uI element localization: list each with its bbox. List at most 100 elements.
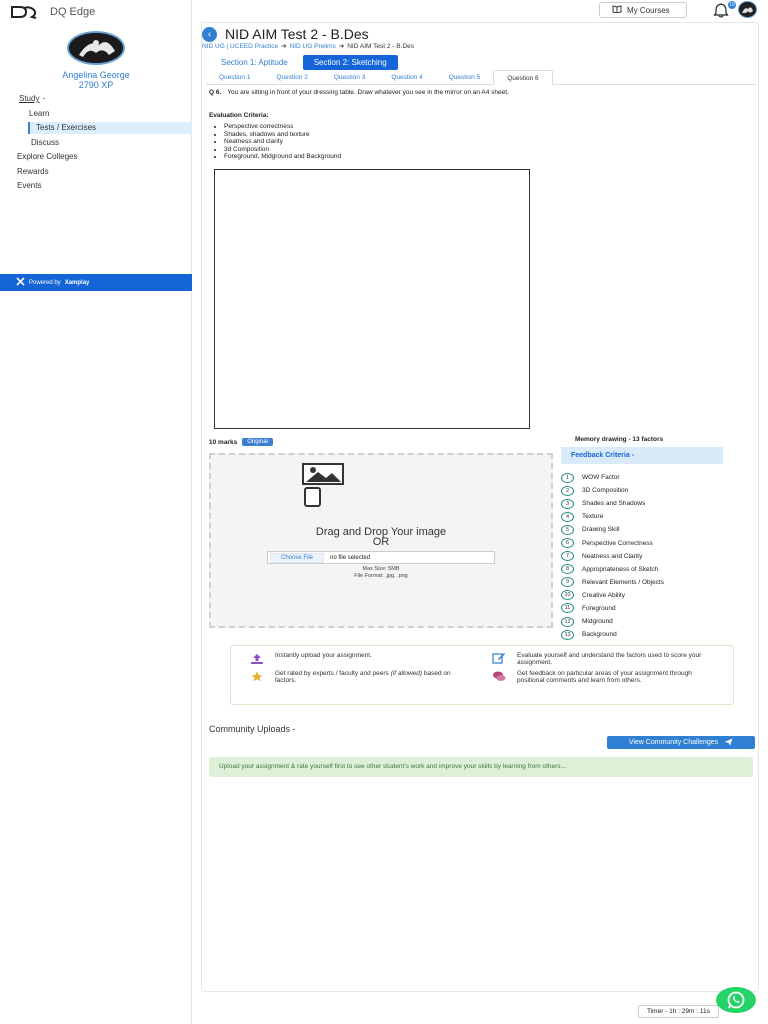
sidebar-item-explore-colleges[interactable]: Explore Colleges — [0, 151, 192, 163]
factor-label: Relevant Elements / Objects — [582, 578, 665, 586]
factor-item: 6 Perspective Correctness — [561, 536, 664, 549]
info-rated-main: Get rated by experts / faculty and peers — [275, 670, 389, 677]
main-panel: ‹ NID AIM Test 2 - B.Des NID UG | UCEED … — [201, 22, 759, 992]
info-rated-note: (if allowed) — [390, 670, 423, 677]
factor-item: 12 Midground — [561, 615, 664, 628]
evaluation-title: Evaluation Criteria: — [209, 112, 269, 119]
avatar[interactable] — [67, 31, 125, 65]
dropzone-or: OR — [372, 536, 390, 548]
title-row: ‹ NID AIM Test 2 - B.Des — [202, 25, 369, 43]
tab-question-4[interactable]: Question 4 — [378, 70, 435, 85]
marks-row: 10 marks Original — [209, 438, 273, 446]
factor-number: 3 — [561, 498, 574, 509]
factor-item: 7 Neatness and Clarity — [561, 550, 664, 563]
question-tabs: Question 1 Question 2 Question 3 Questio… — [206, 70, 756, 85]
factor-item: 5 Drawing Skill — [561, 523, 664, 536]
tab-question-1[interactable]: Question 1 — [206, 70, 263, 85]
user-name[interactable]: Angelina George — [0, 70, 192, 80]
info-rated-text: Get rated by experts / faculty and peers… — [275, 670, 469, 684]
question-image-frame — [214, 169, 530, 429]
breadcrumb-link[interactable]: NID UG | UCEED Practice — [202, 43, 278, 50]
sidebar-item-discuss[interactable]: Discuss — [0, 137, 192, 149]
star-icon — [249, 670, 265, 682]
powered-by-banner[interactable]: Powered by Xamplay — [0, 274, 192, 291]
criteria-item: Perspective correctness — [224, 123, 341, 131]
feedback-factor-list: 1 WOW Factor 2 3D Composition 3 Shades and … — [561, 471, 664, 641]
factor-item: 4 Texture — [561, 510, 664, 523]
tab-section-sketching[interactable]: Section 2: Sketching — [302, 55, 398, 70]
criteria-item: Foreground, Midground and Background — [224, 153, 341, 161]
file-format-note: File Format: .jpg, .png — [354, 573, 408, 579]
breadcrumb-current: NID AIM Test 2 - B.Des — [347, 42, 414, 50]
community-uploads-title: Community Uploads - — [209, 724, 296, 734]
question-body: You are sitting in front of your dressin… — [227, 89, 509, 96]
choose-file-button[interactable]: Choose File — [270, 552, 325, 563]
factor-item: 8 Appropriateness of Sketch — [561, 563, 664, 576]
powered-by-label: Powered by — [29, 279, 61, 286]
breadcrumb-separator-icon: ➔ — [281, 43, 287, 50]
factor-label: Neatness and Clarity — [582, 552, 643, 560]
factor-label: Shades and Shadows — [582, 500, 646, 508]
factor-number: 4 — [561, 511, 574, 522]
whatsapp-icon[interactable] — [716, 987, 756, 1013]
upload-dropzone[interactable]: Drag and Drop Your image OR Choose File … — [209, 453, 553, 628]
question-text: Q 6. You are sitting in front of your dre… — [209, 89, 509, 96]
factor-item: 3 Shades and Shadows — [561, 497, 664, 510]
info-rated: Get rated by experts / faculty and peers… — [249, 670, 469, 684]
sidebar-item-study[interactable]: Study - — [0, 93, 192, 105]
criteria-item: Shades, shadows and texture — [224, 131, 341, 139]
question-number: Q 6. — [209, 89, 222, 96]
factor-number: 10 — [561, 590, 574, 601]
notification-badge: 19 — [728, 1, 736, 9]
page-title: NID AIM Test 2 - B.Des — [225, 26, 369, 42]
chat-icon — [491, 670, 507, 682]
app-name: DQ Edge — [50, 6, 96, 18]
profile-avatar[interactable] — [738, 1, 757, 18]
brand[interactable]: DQ Edge — [10, 4, 95, 20]
courses-icon — [612, 5, 622, 15]
factor-label: Texture — [582, 513, 604, 521]
evaluation-criteria-list: Perspective correctness Shades, shadows … — [224, 123, 341, 161]
factor-item: 13 Background — [561, 628, 664, 641]
user-xp: 2790 XP — [78, 80, 114, 90]
image-icon — [302, 463, 344, 485]
send-icon — [724, 738, 733, 748]
marks-label: 10 marks — [209, 438, 238, 446]
bell-icon[interactable] — [713, 2, 729, 18]
factor-item: 11 Foreground — [561, 602, 664, 615]
tab-question-6[interactable]: Question 6 — [493, 70, 553, 85]
powered-by-brand: Xamplay — [64, 279, 90, 286]
file-input[interactable]: Choose File no file selected — [267, 551, 495, 564]
sidebar-item-tests[interactable]: Tests / Exercises — [28, 122, 192, 134]
factor-label: Drawing Skill — [582, 526, 620, 534]
sidebar-item-caret: - — [42, 94, 46, 103]
timer: Timer - 1h : 29m : 11s — [638, 1005, 719, 1018]
factor-number: 12 — [561, 616, 574, 627]
factor-label: Midground — [582, 618, 613, 626]
feedback-criteria-header[interactable]: Feedback Criteria - — [561, 447, 723, 464]
info-box: Instantly upload your assignment. Get ra… — [230, 645, 734, 705]
sidebar-item-rewards[interactable]: Rewards — [0, 166, 192, 178]
factor-item: 2 3D Composition — [561, 484, 664, 497]
tab-question-2[interactable]: Question 2 — [263, 70, 320, 85]
my-courses-button[interactable]: My Courses — [599, 2, 687, 18]
tab-question-5[interactable]: Question 5 — [436, 70, 493, 85]
sidebar-item-learn[interactable]: Learn — [0, 108, 192, 120]
factor-number: 9 — [561, 577, 574, 588]
upload-icon — [249, 652, 265, 664]
sidebar-item-events[interactable]: Events — [0, 180, 192, 192]
tab-section-aptitude[interactable]: Section 1: Aptitude — [210, 55, 299, 70]
tab-question-3[interactable]: Question 3 — [321, 70, 378, 85]
factor-item: 1 WOW Factor — [561, 471, 664, 484]
info-upload: Instantly upload your assignment. — [249, 652, 469, 664]
factor-label: 3D Composition — [582, 487, 629, 495]
file-status: no file selected — [330, 554, 371, 561]
dropzone-title: Drag and Drop Your image OR — [211, 527, 551, 548]
factor-label: Background — [582, 631, 617, 639]
sidebar-item-label: Study — [19, 94, 40, 103]
original-badge[interactable]: Original — [242, 438, 273, 446]
memory-drawing-title: Memory drawing - 13 factors — [575, 436, 664, 443]
view-community-challenges-button[interactable]: View Community Challenges — [607, 736, 755, 749]
back-arrow-icon[interactable]: ‹ — [202, 26, 217, 42]
breadcrumb-link[interactable]: NID UG Prelims — [290, 43, 336, 50]
